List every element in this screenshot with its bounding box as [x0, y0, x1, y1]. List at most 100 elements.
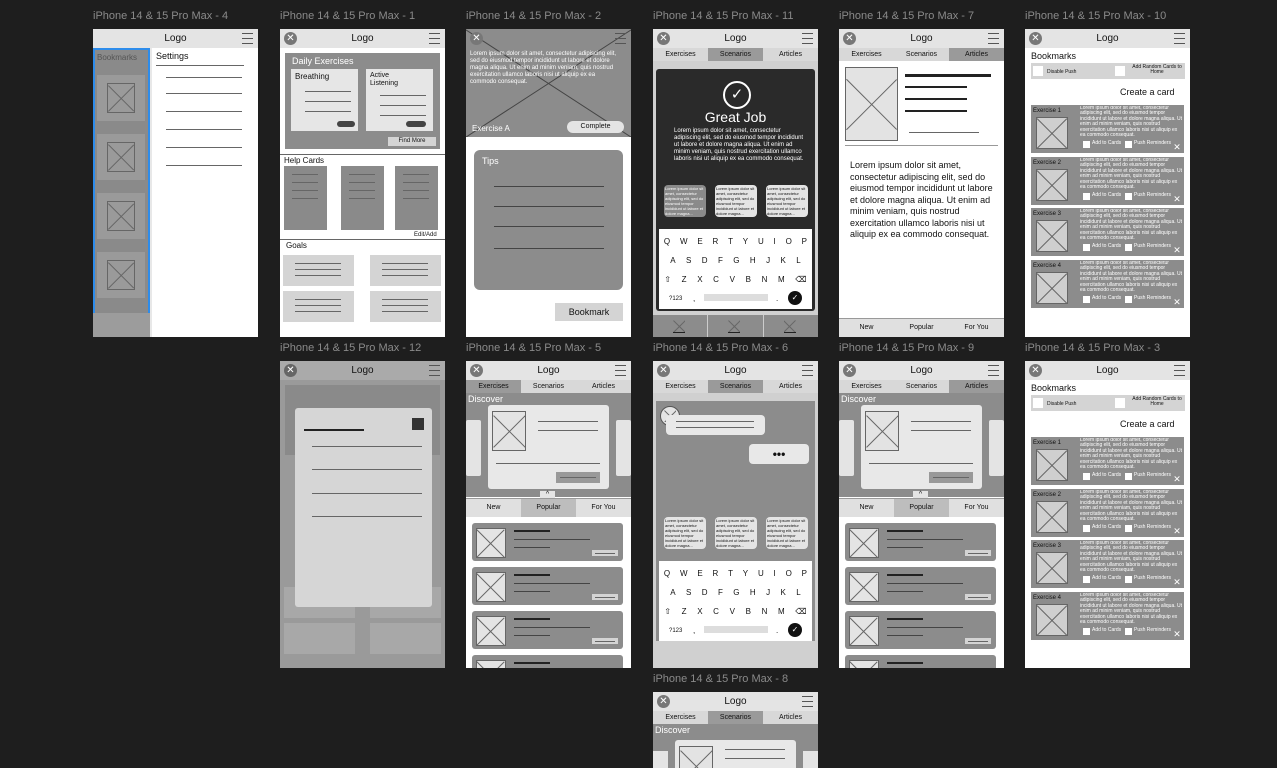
frame-overlay[interactable]: ✕ Logo	[280, 361, 445, 668]
key[interactable]: ⇧	[664, 607, 671, 616]
push-reminders-checkbox[interactable]	[1125, 576, 1132, 583]
key[interactable]: G	[733, 588, 739, 597]
close-icon[interactable]	[653, 315, 709, 337]
add-random-checkbox[interactable]	[1115, 66, 1125, 76]
frame-discover-scenarios[interactable]: ✕ Logo Exercises Scenarios Articles Discov…	[653, 692, 818, 768]
add-random-checkbox[interactable]	[1115, 398, 1125, 408]
keyboard[interactable]: QWERTYUIOP ASDFGHJKL ⇧ Z X C V B N M ⌫ ?123 , . …	[659, 561, 812, 641]
push-reminders-checkbox[interactable]	[1125, 525, 1132, 532]
tab-exercises[interactable]: Exercises	[653, 48, 708, 61]
key[interactable]: O	[786, 569, 792, 578]
bookmark-card[interactable]	[97, 193, 145, 239]
list-item[interactable]	[845, 567, 996, 605]
frame-article[interactable]: ✕ Logo Exercises Scenarios Articles Lorem …	[839, 29, 1004, 337]
goal-card[interactable]	[370, 255, 441, 286]
key[interactable]: J	[766, 256, 770, 265]
add-to-cards-checkbox[interactable]	[1083, 141, 1090, 148]
tab-articles[interactable]: Articles	[763, 380, 818, 393]
key[interactable]: Z	[682, 275, 687, 284]
create-card-link[interactable]: Create a card	[1120, 420, 1175, 429]
key-comma[interactable]: ,	[693, 294, 695, 303]
menu-icon[interactable]	[1174, 33, 1185, 44]
bookmark-card[interactable]: Exercise 4 Lorem ipsum dolor sit amet, c…	[1031, 260, 1184, 308]
menu-icon[interactable]	[988, 33, 999, 44]
modal-close-icon[interactable]	[412, 418, 424, 430]
add-to-cards-checkbox[interactable]	[1083, 525, 1090, 532]
add-to-cards-checkbox[interactable]	[1083, 193, 1090, 200]
key[interactable]: U	[758, 237, 764, 246]
bookmark-card[interactable]: Exercise 3 Lorem ipsum dolor sit amet, c…	[1031, 540, 1184, 588]
list-item[interactable]	[845, 611, 996, 649]
key-numbers[interactable]: ?123	[669, 295, 682, 304]
list-item[interactable]	[845, 523, 996, 561]
key[interactable]: M	[778, 275, 785, 284]
menu-icon[interactable]	[802, 365, 813, 376]
push-reminders-checkbox[interactable]	[1125, 244, 1132, 251]
nav-popular[interactable]: Popular	[894, 499, 949, 517]
add-to-cards-checkbox[interactable]	[1083, 244, 1090, 251]
key[interactable]: Y	[743, 237, 748, 246]
key[interactable]: J	[766, 588, 770, 597]
tab-articles[interactable]: Articles	[763, 48, 818, 61]
bookmark-card[interactable]: Exercise 2 Lorem ipsum dolor sit amet, c…	[1031, 157, 1184, 205]
key[interactable]: Q	[664, 569, 670, 578]
menu-icon[interactable]	[1174, 365, 1185, 376]
nav-popular[interactable]: Popular	[521, 499, 576, 517]
push-reminders-checkbox[interactable]	[1125, 473, 1132, 480]
key[interactable]: D	[702, 588, 708, 597]
key[interactable]: P	[802, 237, 807, 246]
help-card[interactable]	[395, 166, 438, 230]
submit-check-icon[interactable]: ✓	[788, 291, 802, 305]
frame-discover[interactable]: ✕ Logo Exercises Scenarios Articles Discov…	[466, 361, 631, 668]
nav-new[interactable]: New	[466, 499, 521, 517]
goal-card[interactable]	[370, 291, 441, 322]
space-key[interactable]	[704, 294, 768, 301]
delete-icon[interactable]: ✕	[1172, 245, 1182, 255]
create-card-link[interactable]: Create a card	[1120, 88, 1175, 97]
exercise-card[interactable]: Breathing	[291, 69, 358, 131]
key[interactable]: Y	[743, 569, 748, 578]
key[interactable]: A	[670, 588, 675, 597]
frame-discover-articles[interactable]: ✕ Logo Exercises Scenarios Articles Discov…	[839, 361, 1004, 668]
key[interactable]: B	[746, 607, 751, 616]
menu-icon[interactable]	[242, 33, 253, 44]
discover-card[interactable]	[675, 740, 796, 768]
key-period[interactable]: .	[776, 626, 778, 635]
close-icon[interactable]	[708, 315, 764, 337]
discover-card[interactable]	[488, 405, 609, 489]
key[interactable]: F	[718, 588, 723, 597]
tab-articles[interactable]: Articles	[763, 711, 818, 724]
list-item[interactable]	[472, 567, 623, 605]
nav-for-you[interactable]: For You	[949, 499, 1004, 517]
frame-settings[interactable]: Logo Bookmarks Settings	[93, 29, 258, 337]
keyboard[interactable]: QWERTYUIOP ASDFGHJKL ⇧ Z X C V B N M ⌫ ?123 , . …	[659, 229, 812, 309]
tab-exercises[interactable]: Exercises	[466, 380, 521, 393]
suggestion-card[interactable]: Lorem ipsum dolor sit amet, consectetur …	[766, 517, 808, 549]
add-to-cards-checkbox[interactable]	[1083, 628, 1090, 635]
submit-check-icon[interactable]: ✓	[788, 623, 802, 637]
tab-scenarios[interactable]: Scenarios	[894, 380, 949, 393]
nav-new[interactable]: New	[839, 319, 894, 337]
help-card[interactable]	[284, 166, 327, 230]
delete-icon[interactable]: ✕	[1172, 142, 1182, 152]
nav-for-you[interactable]: For You	[576, 499, 631, 517]
goal-card[interactable]	[283, 255, 354, 286]
menu-icon[interactable]	[615, 33, 626, 44]
key[interactable]: ⇧	[664, 275, 671, 284]
list-item[interactable]	[472, 523, 623, 561]
frame-bookmarks-2[interactable]: ✕ Logo Bookmarks Disable Push Add Random…	[1025, 361, 1190, 668]
key-numbers[interactable]: ?123	[669, 627, 682, 636]
menu-icon[interactable]	[429, 33, 440, 44]
key[interactable]: C	[713, 607, 719, 616]
bookmark-card[interactable]: Exercise 4 Lorem ipsum dolor sit amet, c…	[1031, 592, 1184, 640]
start-button[interactable]	[406, 121, 426, 127]
key[interactable]: N	[762, 607, 768, 616]
bookmark-card[interactable]	[97, 134, 145, 180]
bookmark-card[interactable]: Exercise 1 Lorem ipsum dolor sit amet, c…	[1031, 105, 1184, 153]
key[interactable]: S	[686, 588, 691, 597]
discover-card[interactable]	[861, 405, 982, 489]
key-comma[interactable]: ,	[693, 626, 695, 635]
key[interactable]: U	[758, 569, 764, 578]
tab-articles[interactable]: Articles	[576, 380, 631, 393]
key[interactable]: L	[796, 588, 800, 597]
